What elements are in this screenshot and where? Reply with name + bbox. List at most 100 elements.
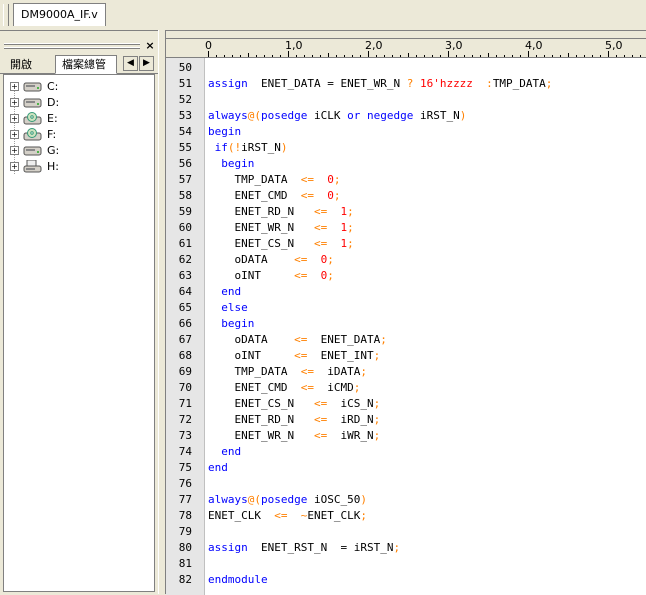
ruler-tick [504, 55, 505, 57]
line-number: 59 [178, 205, 192, 218]
ruler-tick [496, 55, 497, 57]
line-number: 52 [178, 93, 192, 106]
ruler-tick [632, 55, 633, 57]
ruler-tick [480, 55, 481, 57]
panel-tabs: 開啟 檔案總管 ◀ ▶ [0, 55, 158, 74]
cd-drive-icon [23, 112, 43, 125]
ruler-tick [248, 53, 249, 57]
code-line[interactable]: ENET_RD_N <= 1; [208, 204, 353, 220]
ruler-tick [392, 55, 393, 57]
line-number: 56 [178, 157, 192, 170]
code-line[interactable]: TMP_DATA <= iDATA; [208, 364, 366, 380]
ruler-tick [272, 55, 273, 57]
code-line[interactable]: oDATA <= 0; [208, 252, 333, 268]
tab-open[interactable]: 開啟 [4, 56, 54, 73]
line-number: 54 [178, 125, 192, 138]
drive-label: F: [47, 128, 57, 141]
code-editor[interactable]: 0 1,0 2,0 3,0 4,0 5,0 50 51 52 53 54 55 56 57 58 59 60 6… [166, 38, 646, 595]
panel-header[interactable]: × [0, 38, 158, 54]
ruler-tick [304, 55, 305, 57]
line-number: 78 [178, 509, 192, 522]
ruler-tick [456, 55, 457, 57]
code-line[interactable]: TMP_DATA <= 0; [208, 172, 340, 188]
code-line[interactable]: ENET_RD_N <= iRD_N; [208, 412, 380, 428]
line-number: 73 [178, 429, 192, 442]
code-line[interactable]: assign ENET_DATA = ENET_WR_N ? 16'hzzzz … [208, 76, 552, 92]
expand-icon[interactable]: + [10, 114, 19, 123]
cd-drive-icon [23, 128, 43, 141]
code-line[interactable]: oINT <= ENET_INT; [208, 348, 380, 364]
ruler-tick [384, 55, 385, 57]
code-line[interactable]: end [208, 460, 228, 476]
ruler-label: 4,0 [525, 39, 543, 52]
drive-label: C: [47, 80, 59, 93]
line-number: 62 [178, 253, 192, 266]
code-line[interactable]: endmodule [208, 572, 268, 588]
code-line[interactable]: ENET_CMD <= iCMD; [208, 380, 360, 396]
line-number: 50 [178, 61, 192, 74]
ruler-tick [464, 55, 465, 57]
ruler-tick [312, 55, 313, 57]
ruler-tick [488, 53, 489, 57]
code-line[interactable]: ENET_CLK <= ~ENET_CLK; [208, 508, 367, 524]
ruler-tick [336, 55, 337, 57]
ruler-tick [472, 55, 473, 57]
code-line[interactable]: if(!iRST_N) [208, 140, 288, 156]
code-line[interactable]: always@(posedge iCLK or negedge iRST_N) [208, 108, 466, 124]
ruler-tick [552, 55, 553, 57]
expand-icon[interactable]: + [10, 162, 19, 171]
file-explorer-panel: × 開啟 檔案總管 ◀ ▶ + C: + D: + E: + F: + G: + H: [0, 38, 158, 594]
panel-splitter[interactable] [158, 30, 166, 594]
removable-drive-icon [23, 159, 43, 173]
ruler-tick [544, 55, 545, 57]
scroll-right-icon[interactable]: ▶ [139, 56, 154, 71]
expand-icon[interactable]: + [10, 146, 19, 155]
file-tab[interactable]: DM9000A_IF.v [13, 3, 106, 26]
code-line[interactable]: ENET_CMD <= 0; [208, 188, 340, 204]
toolbar-gripper[interactable] [3, 4, 9, 26]
code-line[interactable]: begin [208, 156, 254, 172]
code-line[interactable]: oDATA <= ENET_DATA; [208, 332, 386, 348]
code-line[interactable]: else [208, 300, 248, 316]
code-line[interactable]: end [208, 284, 241, 300]
code-line[interactable]: end [208, 444, 241, 460]
drive-label: D: [47, 96, 60, 109]
code-line[interactable]: oINT <= 0; [208, 268, 333, 284]
expand-icon[interactable]: + [10, 130, 19, 139]
code-line[interactable]: always@(posedge iOSC_50) [208, 492, 367, 508]
drive-label: G: [47, 144, 60, 157]
code-line[interactable]: ENET_WR_N <= iWR_N; [208, 428, 380, 444]
ruler-label: 3,0 [445, 39, 463, 52]
code-line[interactable]: begin [208, 124, 241, 140]
ruler-tick [376, 55, 377, 57]
ruler-tick [576, 55, 577, 57]
ruler-label: 2,0 [365, 39, 383, 52]
close-icon[interactable]: × [144, 40, 156, 52]
ruler-tick [352, 55, 353, 57]
ruler-tick [440, 55, 441, 57]
expand-icon[interactable]: + [10, 82, 19, 91]
tab-file-explorer[interactable]: 檔案總管 [55, 55, 117, 74]
line-number: 53 [178, 109, 192, 122]
code-line[interactable]: assign ENET_RST_N = iRST_N; [208, 540, 400, 556]
code-line[interactable]: ENET_CS_N <= iCS_N; [208, 396, 380, 412]
hard-drive-icon [23, 96, 43, 109]
ruler-tick [344, 55, 345, 57]
line-number: 70 [178, 381, 192, 394]
drive-label: H: [47, 160, 59, 173]
code-line[interactable]: ENET_WR_N <= 1; [208, 220, 353, 236]
ruler-tick [536, 55, 537, 57]
code-line[interactable]: begin [208, 316, 254, 332]
column-ruler: 0 1,0 2,0 3,0 4,0 5,0 [166, 39, 646, 58]
ruler-tick [624, 55, 625, 57]
line-number: 80 [178, 541, 192, 554]
line-number: 75 [178, 461, 192, 474]
hard-drive-icon [23, 80, 43, 93]
expand-icon[interactable]: + [10, 98, 19, 107]
line-number: 65 [178, 301, 192, 314]
scroll-left-icon[interactable]: ◀ [123, 56, 138, 71]
ruler-label: 0 [205, 39, 212, 52]
ruler-tick [600, 55, 601, 57]
code-line[interactable]: ENET_CS_N <= 1; [208, 236, 353, 252]
line-number: 79 [178, 525, 192, 538]
